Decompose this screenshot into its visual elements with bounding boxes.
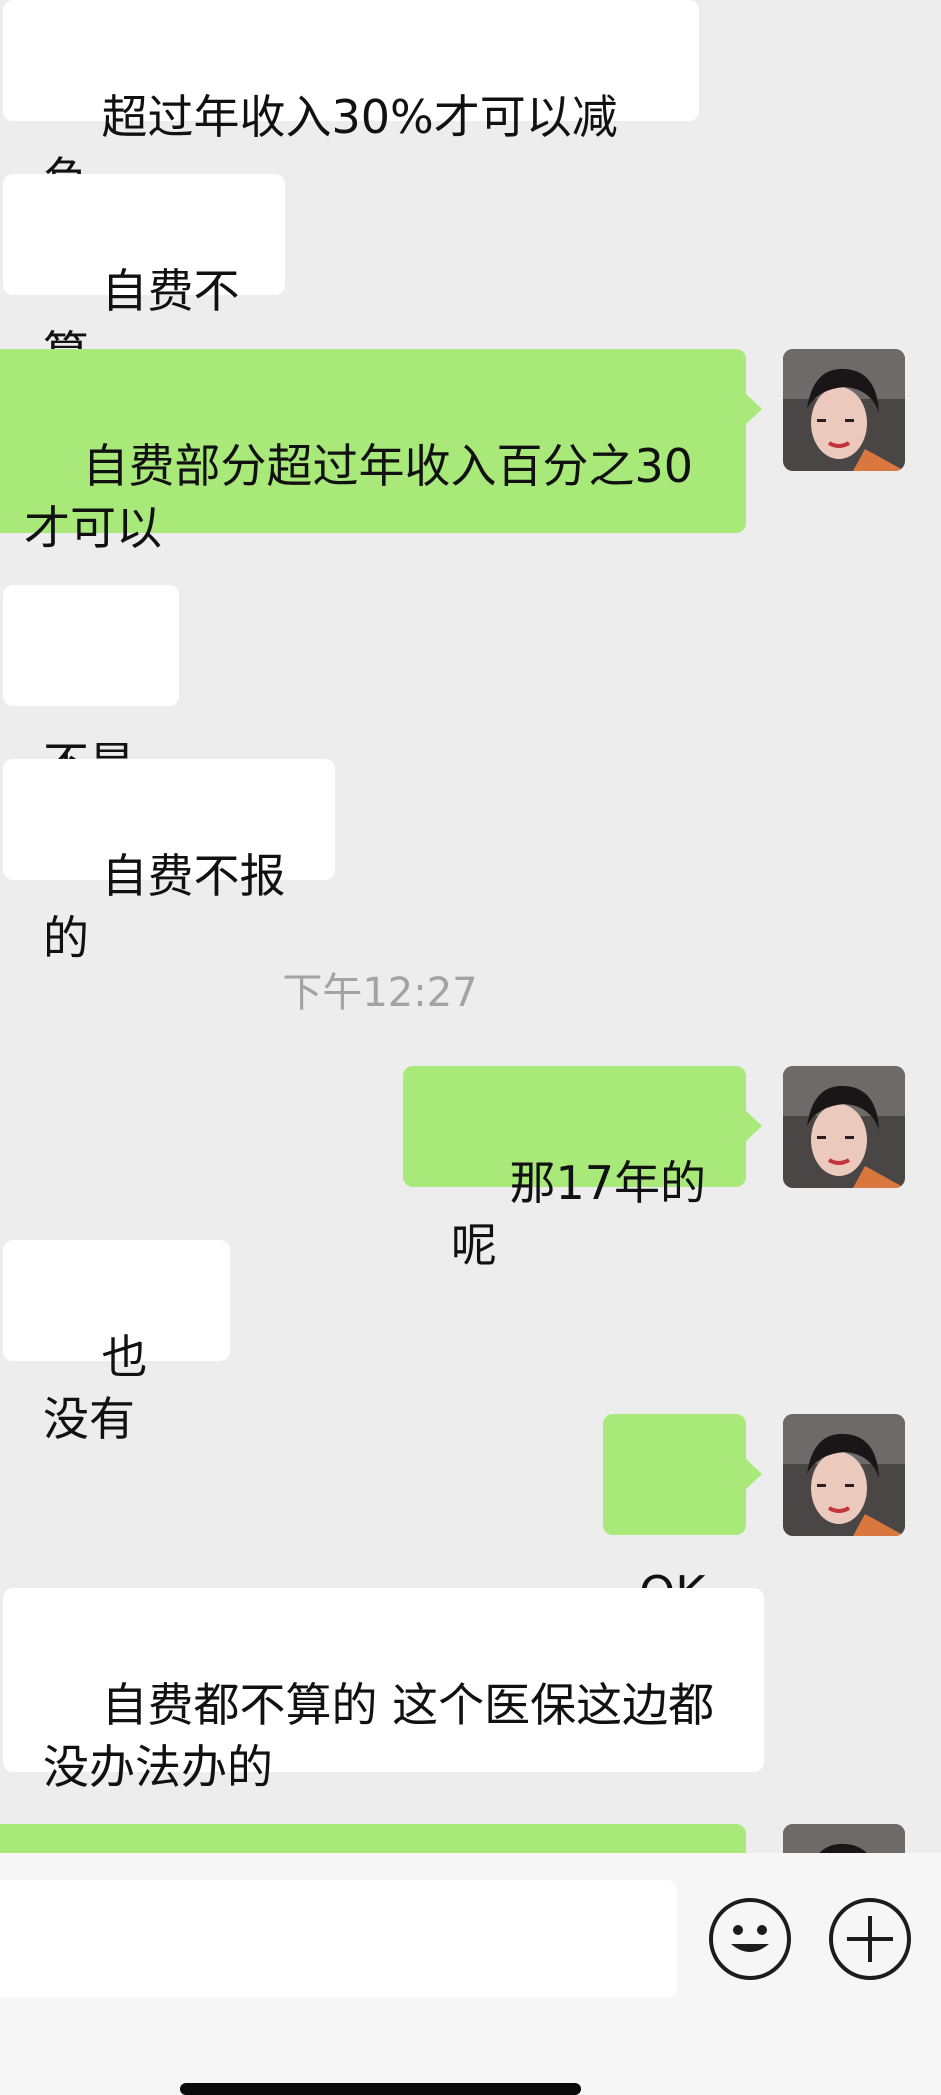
avatar-photo-icon xyxy=(783,1414,905,1536)
incoming-message-bubble[interactable]: 自费不算 xyxy=(3,174,285,380)
outgoing-message-bubble[interactable] xyxy=(0,1824,746,1853)
outgoing-message-bubble[interactable]: 自费部分超过年收入百分之30 才可以 xyxy=(0,349,762,555)
message-text: 自费部分超过年收入百分之30 才可以 xyxy=(24,439,694,555)
message-input[interactable] xyxy=(0,1880,677,1998)
chat-message-list[interactable]: 超过年收入30%才可以减负 自费不算 自费部分超过年收入百分之30 才可以 不是… xyxy=(0,0,941,1853)
more-functions-button[interactable] xyxy=(829,1898,911,1980)
outgoing-message-bubble[interactable]: 那17年的呢 xyxy=(403,1066,762,1272)
avatar[interactable] xyxy=(783,1414,905,1536)
smiley-face-icon xyxy=(731,1925,769,1952)
avatar[interactable] xyxy=(783,1066,905,1188)
message-text: 那17年的呢 xyxy=(451,1156,707,1272)
message-text: 也没有 xyxy=(43,1330,148,1446)
message-text: 自费都不算的 这个医保这边都 没办法办的 xyxy=(43,1678,715,1794)
home-indicator[interactable] xyxy=(180,2083,581,2095)
incoming-message-bubble[interactable]: 自费都不算的 这个医保这边都 没办法办的 xyxy=(3,1588,764,1794)
incoming-message-bubble[interactable]: 也没有 xyxy=(3,1240,230,1446)
avatar-photo-icon xyxy=(783,1066,905,1188)
incoming-message-bubble[interactable]: 自费不报的 xyxy=(3,759,335,965)
avatar[interactable] xyxy=(783,349,905,471)
plus-icon xyxy=(847,1916,893,1962)
message-text: 自费不报的 xyxy=(43,849,286,965)
avatar-photo-icon xyxy=(783,349,905,471)
incoming-message-bubble[interactable]: 超过年收入30%才可以减负 xyxy=(3,0,699,206)
avatar[interactable] xyxy=(783,1824,905,1853)
chat-input-toolbar xyxy=(0,1853,941,2095)
incoming-message-bubble[interactable]: 不是 xyxy=(3,585,179,791)
emoji-button[interactable] xyxy=(709,1898,791,1980)
outgoing-message-bubble[interactable]: OK xyxy=(603,1414,762,1620)
avatar-photo-icon xyxy=(783,1824,905,1853)
message-timestamp: 下午12:27 xyxy=(282,970,478,1016)
